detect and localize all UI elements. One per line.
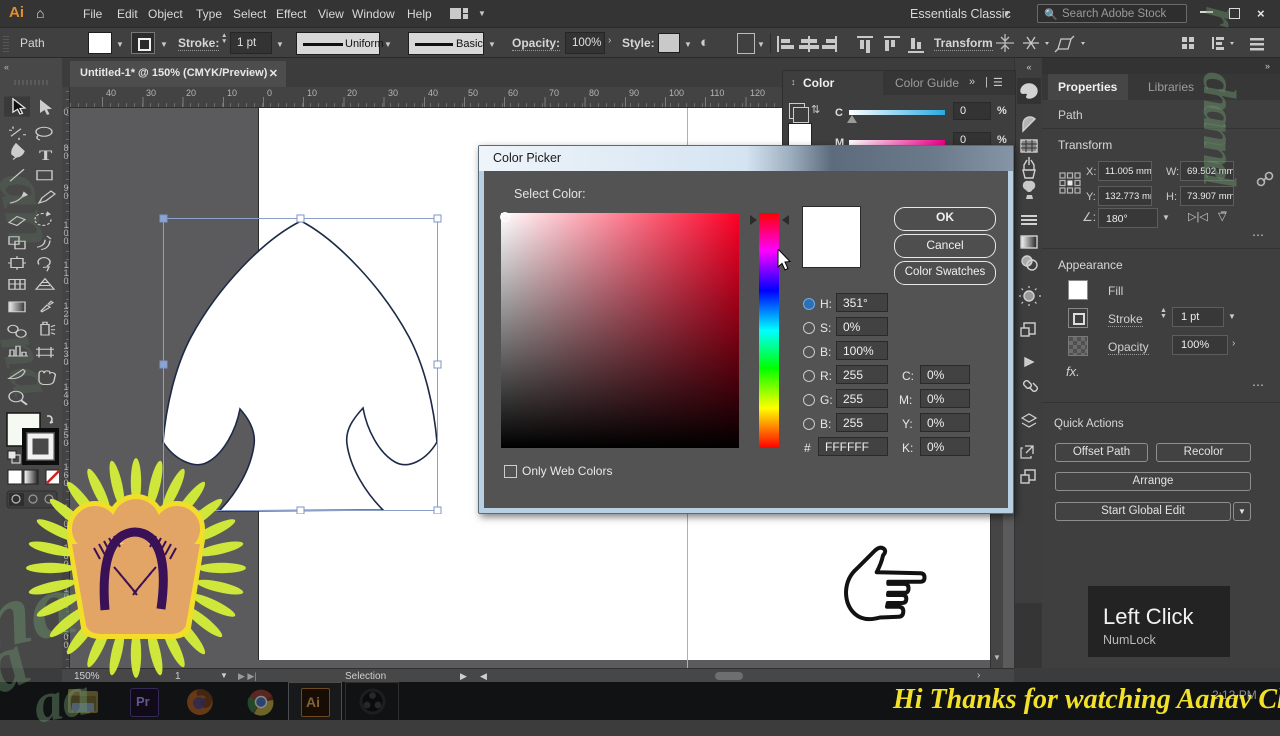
svg-text:T: T [39,147,53,164]
svg-text:«: « [1026,62,1031,72]
